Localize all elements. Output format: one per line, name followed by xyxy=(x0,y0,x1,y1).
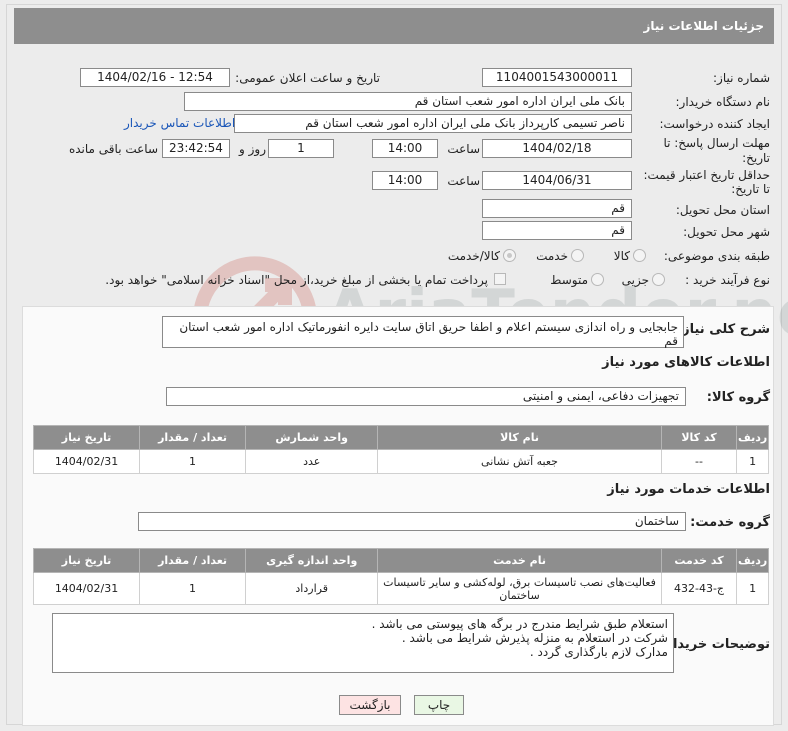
services-cell-unit: قرارداد xyxy=(245,572,379,605)
goods-cell-row: 1 xyxy=(736,449,769,474)
buyer-notes-label: توضیحات خریدار: xyxy=(660,637,770,652)
delivery-city-label: شهر محل تحویل: xyxy=(683,225,770,239)
buyer-org-field: بانک ملی ایران اداره امور شعب استان قم xyxy=(184,92,632,111)
goods-cell-qty: 1 xyxy=(139,449,247,474)
treasury-payment-checkbox[interactable] xyxy=(494,273,506,285)
services-col-unit: واحد اندازه گیری xyxy=(245,548,379,573)
remaining-time-field: 23:42:54 xyxy=(162,139,230,158)
services-table: ردیف کد خدمت نام خدمت واحد اندازه گیری ت… xyxy=(32,548,769,605)
goods-table-header: ردیف کد کالا نام کالا واحد شمارش تعداد /… xyxy=(32,425,769,450)
goods-section-title: اطلاعات کالاهای مورد نیاز xyxy=(602,355,770,370)
back-button[interactable]: بازگشت xyxy=(339,695,401,715)
need-number-field: 1104001543000011 xyxy=(482,68,632,87)
goods-col-row: ردیف xyxy=(736,425,769,450)
table-row: 1 ج-43-432 فعالیت‌های نصب تاسیسات برق، ل… xyxy=(32,572,769,605)
category-radio-goods[interactable] xyxy=(633,249,646,262)
category-label: طبقه بندی موضوعی: xyxy=(663,249,770,263)
description-field: جابجایی و راه اندازی سیستم اعلام و اطفا … xyxy=(162,316,684,348)
process-radio-minor[interactable] xyxy=(652,273,665,286)
treasury-payment-note: پرداخت تمام یا بخشی از مبلغ خرید،از محل … xyxy=(105,273,488,287)
process-radio-medium[interactable] xyxy=(591,273,604,286)
announce-datetime-label: تاریخ و ساعت اعلان عمومی: xyxy=(235,71,380,85)
print-button[interactable]: چاپ xyxy=(414,695,464,715)
services-group-label: گروه خدمت: xyxy=(690,515,770,530)
price-validity-time: 14:00 xyxy=(372,171,438,190)
goods-table: ردیف کد کالا نام کالا واحد شمارش تعداد /… xyxy=(32,425,769,474)
services-table-header: ردیف کد خدمت نام خدمت واحد اندازه گیری ت… xyxy=(32,548,769,573)
services-cell-row: 1 xyxy=(736,572,769,605)
requester-field: ناصر تسیمی کارپرداز بانک ملی ایران اداره… xyxy=(234,114,632,133)
process-option-medium: متوسط xyxy=(550,273,588,287)
goods-group-field: تجهیزات دفاعی، ایمنی و امنیتی xyxy=(166,387,686,406)
services-col-name: نام خدمت xyxy=(377,548,662,573)
reply-deadline-label: مهلت ارسال پاسخ: تا xyxy=(663,136,770,150)
services-col-row: ردیف xyxy=(736,548,769,573)
buyer-notes-line-2: شرکت در استعلام به منزله پذیرش شرایط می … xyxy=(401,631,668,645)
table-row: 1 -- جعبه آتش نشانی عدد 1 1404/02/31 xyxy=(32,449,769,474)
goods-cell-name: جعبه آتش نشانی xyxy=(377,449,662,474)
services-col-qty: تعداد / مقدار xyxy=(139,548,247,573)
services-cell-qty: 1 xyxy=(139,572,247,605)
services-section-title: اطلاعات خدمات مورد نیاز xyxy=(607,482,770,497)
price-validity-label: حداقل تاریخ اعتبار قیمت: xyxy=(643,168,770,182)
goods-col-name: نام کالا xyxy=(377,425,662,450)
buyer-notes-line-3: مدارک لازم بارگذاری گردد . xyxy=(529,645,668,659)
reply-deadline-label-2: تاریخ: xyxy=(742,151,770,165)
goods-cell-unit: عدد xyxy=(245,449,379,474)
services-cell-code: ج-43-432 xyxy=(660,572,738,605)
goods-group-label: گروه کالا: xyxy=(706,390,770,405)
description-label: شرح کلی نیاز: xyxy=(676,322,770,337)
buyer-org-label: نام دستگاه خریدار: xyxy=(675,95,771,109)
goods-cell-date: 1404/02/31 xyxy=(32,449,141,474)
category-option-goods: کالا xyxy=(613,249,630,263)
goods-col-qty: تعداد / مقدار xyxy=(139,425,247,450)
reply-deadline-date: 1404/02/18 xyxy=(482,139,632,158)
remaining-time-label: ساعت باقی مانده xyxy=(68,142,158,156)
services-cell-name: فعالیت‌های نصب تاسیسات برق، لوله‌کشی و س… xyxy=(377,572,662,605)
price-validity-label-2: تا تاریخ: xyxy=(731,182,770,196)
process-option-minor: جزیی xyxy=(621,273,649,287)
goods-cell-code: -- xyxy=(660,449,738,474)
goods-col-unit: واحد شمارش xyxy=(245,425,379,450)
reply-days-field: 1 xyxy=(268,139,334,158)
price-validity-time-label: ساعت xyxy=(447,174,480,188)
process-type-label: نوع فرآیند خرید : xyxy=(685,273,770,287)
announce-datetime-field: 1404/02/16 - 12:54 xyxy=(80,68,230,87)
delivery-province-label: استان محل تحویل: xyxy=(675,203,770,217)
reply-time-label: ساعت xyxy=(447,142,480,156)
buyer-notes-line-1: استعلام طبق شرایط مندرج در برگه های پیوس… xyxy=(371,617,668,631)
price-validity-date: 1404/06/31 xyxy=(482,171,632,190)
requester-label: ایجاد کننده درخواست: xyxy=(659,117,770,131)
services-col-date: تاریخ نیاز xyxy=(32,548,141,573)
category-option-service: خدمت xyxy=(536,249,568,263)
page-title: جزئیات اطلاعات نیاز xyxy=(643,19,764,33)
need-number-label: شماره نیاز: xyxy=(713,71,770,85)
goods-col-code: کد کالا xyxy=(660,425,738,450)
buyer-notes-field: استعلام طبق شرایط مندرج در برگه های پیوس… xyxy=(52,613,674,673)
category-radio-goods-service[interactable] xyxy=(503,249,516,262)
category-radio-service[interactable] xyxy=(571,249,584,262)
buyer-contact-link[interactable]: اطلاعات تماس خریدار xyxy=(124,116,235,130)
category-option-goods-service: کالا/خدمت xyxy=(447,249,500,263)
page-header: جزئیات اطلاعات نیاز xyxy=(14,8,774,44)
services-cell-date: 1404/02/31 xyxy=(32,572,141,605)
services-col-code: کد خدمت xyxy=(660,548,738,573)
services-group-field: ساختمان xyxy=(138,512,686,531)
reply-deadline-time: 14:00 xyxy=(372,139,438,158)
delivery-province-field: قم xyxy=(482,199,632,218)
goods-col-date: تاریخ نیاز xyxy=(32,425,141,450)
delivery-city-field: قم xyxy=(482,221,632,240)
reply-days-label: روز و xyxy=(239,142,266,156)
